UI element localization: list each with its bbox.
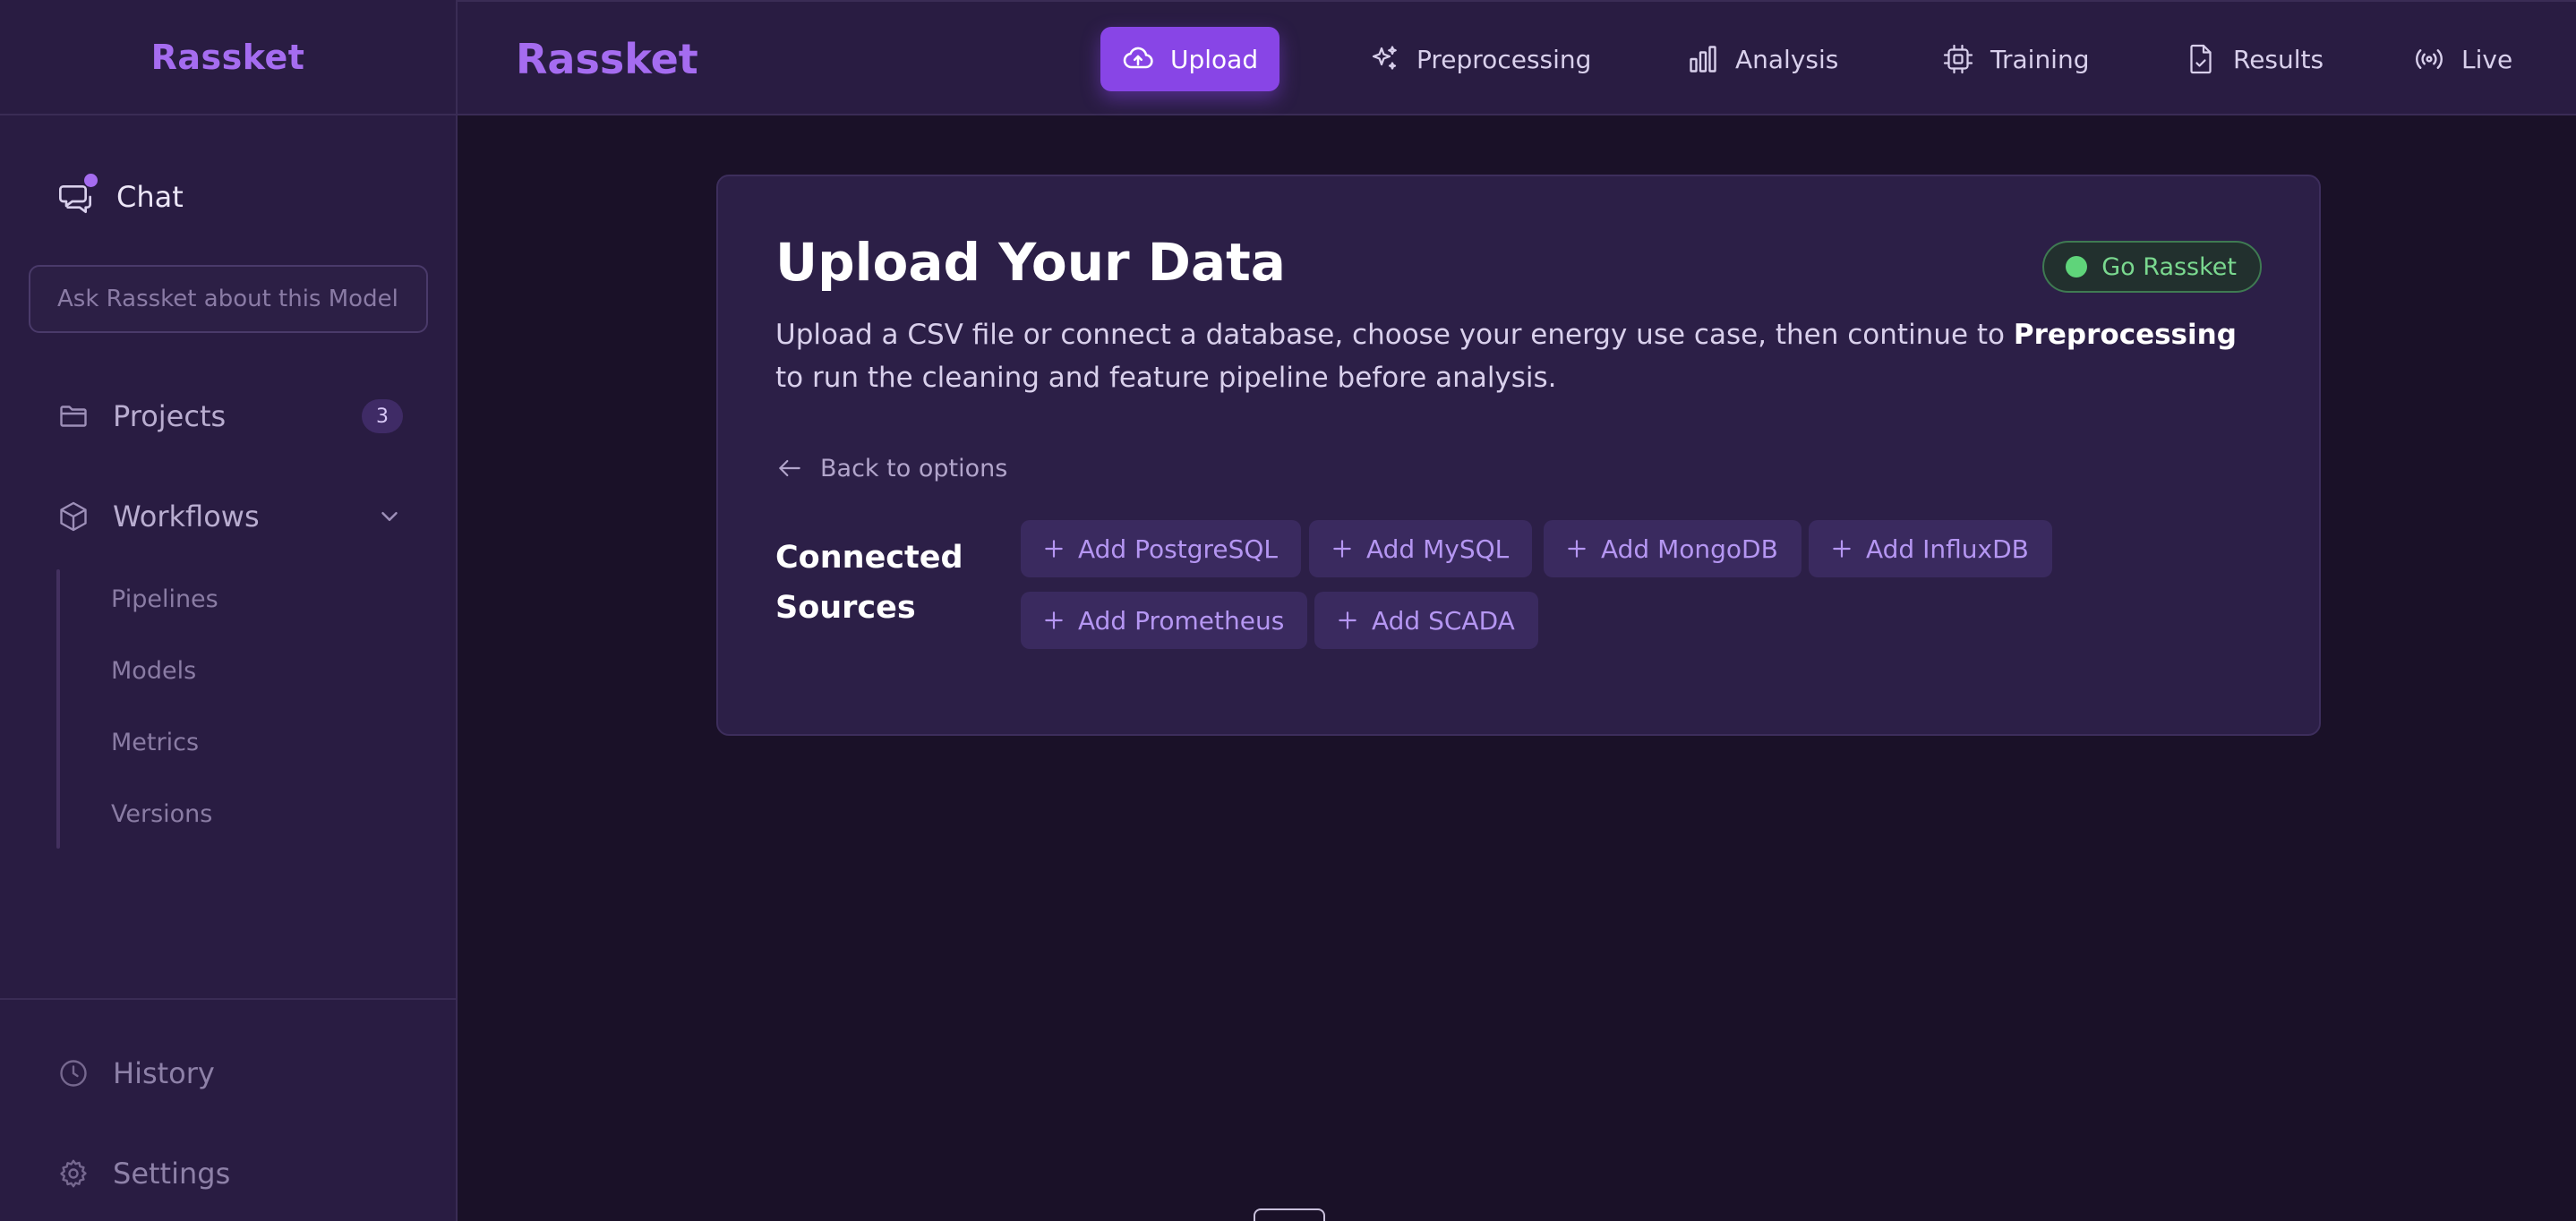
sidebar-item-history[interactable]: History [57,1056,403,1090]
sidebar-item-label: History [113,1056,215,1090]
back-to-options-link[interactable]: Back to options [775,454,1007,482]
sidebar-subitem-metrics[interactable]: Metrics [111,729,199,756]
sidebar-subitem-models[interactable]: Models [111,657,196,685]
add-influxdb-button[interactable]: Add InfluxDB [1809,520,2052,577]
add-mongodb-button[interactable]: Add MongoDB [1544,520,1801,577]
status-label: Go Rassket [2101,252,2237,281]
gear-icon [57,1157,90,1190]
sidebar: Rassket Chat Projects 3 [0,0,458,1221]
sidebar-subitem-pipelines[interactable]: Pipelines [111,585,218,613]
tab-training[interactable]: Training [1921,27,2110,91]
projects-count-badge: 3 [362,399,403,433]
bar-chart-icon [1687,43,1719,75]
button-label: Add Prometheus [1078,605,1285,636]
connected-sources-heading: Connected Sources [775,540,963,626]
tab-upload[interactable]: Upload [1100,27,1280,91]
tab-label: Live [2461,44,2513,74]
scroll-handle[interactable] [1254,1208,1325,1221]
header-brand[interactable]: Rassket [516,2,698,115]
tab-label: Upload [1170,44,1259,74]
description-text: Upload a CSV file or connect a database,… [775,319,2014,351]
button-label: Add MongoDB [1601,534,1778,564]
plus-icon [1830,537,1853,560]
status-dot [2066,256,2088,278]
sidebar-item-label: Projects [113,399,227,433]
sidebar-item-chat[interactable]: Chat [57,174,184,215]
sidebar-item-settings[interactable]: Settings [57,1157,403,1191]
plus-icon [1331,537,1354,560]
top-navbar: Rassket Upload Preprocessing Analysis Tr… [458,0,2576,115]
tab-label: Preprocessing [1416,44,1592,74]
sidebar-subitem-versions[interactable]: Versions [111,800,212,828]
button-label: Add SCADA [1372,605,1515,636]
back-link-label: Back to options [820,454,1008,482]
description-text-end: to run the cleaning and feature pipeline… [775,362,1557,394]
app-root: Rassket Chat Projects 3 [0,0,2576,1221]
file-check-icon [2185,43,2217,75]
tab-results[interactable]: Results [2163,27,2345,91]
plus-icon [1565,537,1588,560]
cpu-chip-icon [1942,43,1974,75]
tab-analysis[interactable]: Analysis [1665,27,1860,91]
button-label: Add MySQL [1366,534,1510,564]
clock-icon [57,1057,90,1089]
add-prometheus-button[interactable]: Add Prometheus [1021,592,1308,649]
tab-label: Training [1990,44,2090,74]
plus-icon [1336,609,1359,632]
sidebar-divider [0,998,458,1000]
tab-preprocessing[interactable]: Preprocessing [1347,27,1613,91]
sparkles-icon [1368,43,1400,75]
plus-icon [1042,537,1065,560]
sidebar-item-label: Chat [116,180,184,214]
add-mysql-button[interactable]: Add MySQL [1309,520,1533,577]
upload-card: Upload Your Data Go Rassket Upload a CSV… [716,175,2321,736]
broadcast-icon [2413,43,2445,75]
page-title: Upload Your Data [775,232,1286,293]
chevron-down-icon[interactable] [376,503,403,530]
button-label: Add InfluxDB [1866,534,2029,564]
sidebar-item-label: Settings [113,1157,231,1191]
plus-icon [1042,609,1065,632]
folder-icon [57,400,90,432]
sidebar-brand[interactable]: Rassket [0,0,456,115]
button-label: Add PostgreSQL [1078,534,1279,564]
sidebar-item-label: Workflows [113,500,260,534]
workflows-tree-line [56,569,60,849]
tab-label: Results [2233,44,2324,74]
cloud-upload-icon [1122,43,1154,75]
ask-model-input[interactable] [29,265,428,333]
sidebar-item-workflows[interactable]: Workflows [57,500,403,534]
notification-dot [84,174,98,187]
description-emphasis: Preprocessing [2013,319,2237,351]
add-postgresql-button[interactable]: Add PostgreSQL [1021,520,1302,577]
add-scada-button[interactable]: Add SCADA [1314,592,1538,649]
tab-label: Analysis [1735,44,1839,74]
arrow-left-icon [775,454,804,482]
page-description: Upload a CSV file or connect a database,… [775,313,2271,399]
status-badge[interactable]: Go Rassket [2042,241,2262,293]
tab-live[interactable]: Live [2392,27,2534,91]
chat-icon [57,174,98,215]
cube-icon [57,500,90,533]
sidebar-item-projects[interactable]: Projects 3 [57,399,403,433]
